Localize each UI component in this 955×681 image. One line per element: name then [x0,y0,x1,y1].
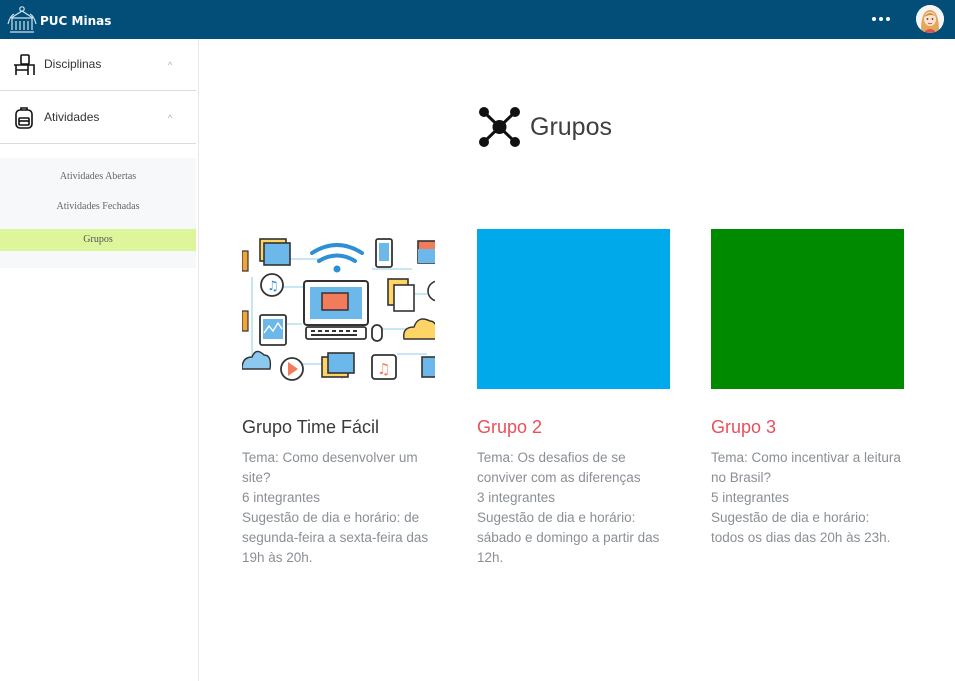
dot-icon [879,17,883,21]
chevron-up-icon: ^ [168,60,173,70]
group-card-theme: Tema: Como desenvolver um site? [242,450,418,485]
user-avatar-icon [916,5,944,33]
logo-text: PUC Minas [40,14,112,28]
sidebar-item-atividades[interactable]: Atividades ^ [0,92,196,144]
sidebar-item-disciplinas[interactable]: Disciplinas ^ [0,39,196,91]
chevron-up-icon: ^ [168,113,173,123]
submenu-atividades: Atividades Abertas Atividades Fechadas G… [0,158,196,268]
network-devices-illustration: ♫ ♫ [242,229,435,389]
group-card-image [711,229,904,389]
group-card[interactable]: Grupo 3 Tema: Como incentivar a leitura … [711,229,904,548]
avatar[interactable] [916,5,944,33]
group-card-title[interactable]: Grupo Time Fácil [242,417,435,438]
group-card-theme: Tema: Os desafios de se conviver com as … [477,450,641,485]
submenu-item-atividades-fechadas[interactable]: Atividades Fechadas [0,196,196,218]
sidebar: Disciplinas ^ Atividades ^ Atividades Ab… [0,39,199,681]
group-card-theme: Tema: Como incentivar a leitura no Brasi… [711,450,901,485]
group-card-schedule: Sugestão de dia e horário: todos os dias… [711,510,891,545]
university-crest-icon [7,6,37,33]
group-card-schedule: Sugestão de dia e horário: de segunda-fe… [242,510,429,565]
dot-icon [886,17,890,21]
page-title-text: Grupos [530,112,612,141]
group-card-schedule: Sugestão de dia e horário: sábado e domi… [477,510,660,565]
sidebar-item-label: Disciplinas [44,57,102,71]
group-card[interactable]: Grupo 2 Tema: Os desafios de se conviver… [477,229,670,568]
dot-icon [872,17,876,21]
backpack-icon [12,106,36,130]
svg-text:♫: ♫ [267,279,279,294]
top-bar: PUC Minas [0,0,955,39]
group-card-title[interactable]: Grupo 3 [711,417,904,438]
group-card-title[interactable]: Grupo 2 [477,417,670,438]
group-card-description: Tema: Como desenvolver um site? 6 integr… [242,448,435,568]
more-options-button[interactable] [872,15,890,23]
group-card-members: 6 integrantes [242,490,321,505]
group-card-members: 3 integrantes [477,490,556,505]
submenu-item-atividades-abertas[interactable]: Atividades Abertas [0,166,196,188]
group-card-members: 5 integrantes [711,490,790,505]
group-card-image [477,229,670,389]
desk-icon [12,53,36,77]
group-card-description: Tema: Os desafios de se conviver com as … [477,448,670,568]
group-card[interactable]: ♫ ♫ Grupo Time Fácil Tema: Como desenvol… [242,229,435,568]
logo[interactable]: PUC Minas [6,4,111,34]
page-title: Grupos [478,106,612,148]
submenu-item-grupos[interactable]: Grupos [0,229,196,251]
sidebar-item-label: Atividades [44,110,100,124]
group-card-description: Tema: Como incentivar a leitura no Brasi… [711,448,904,548]
network-icon [479,107,520,147]
svg-text:♫: ♫ [377,360,390,378]
